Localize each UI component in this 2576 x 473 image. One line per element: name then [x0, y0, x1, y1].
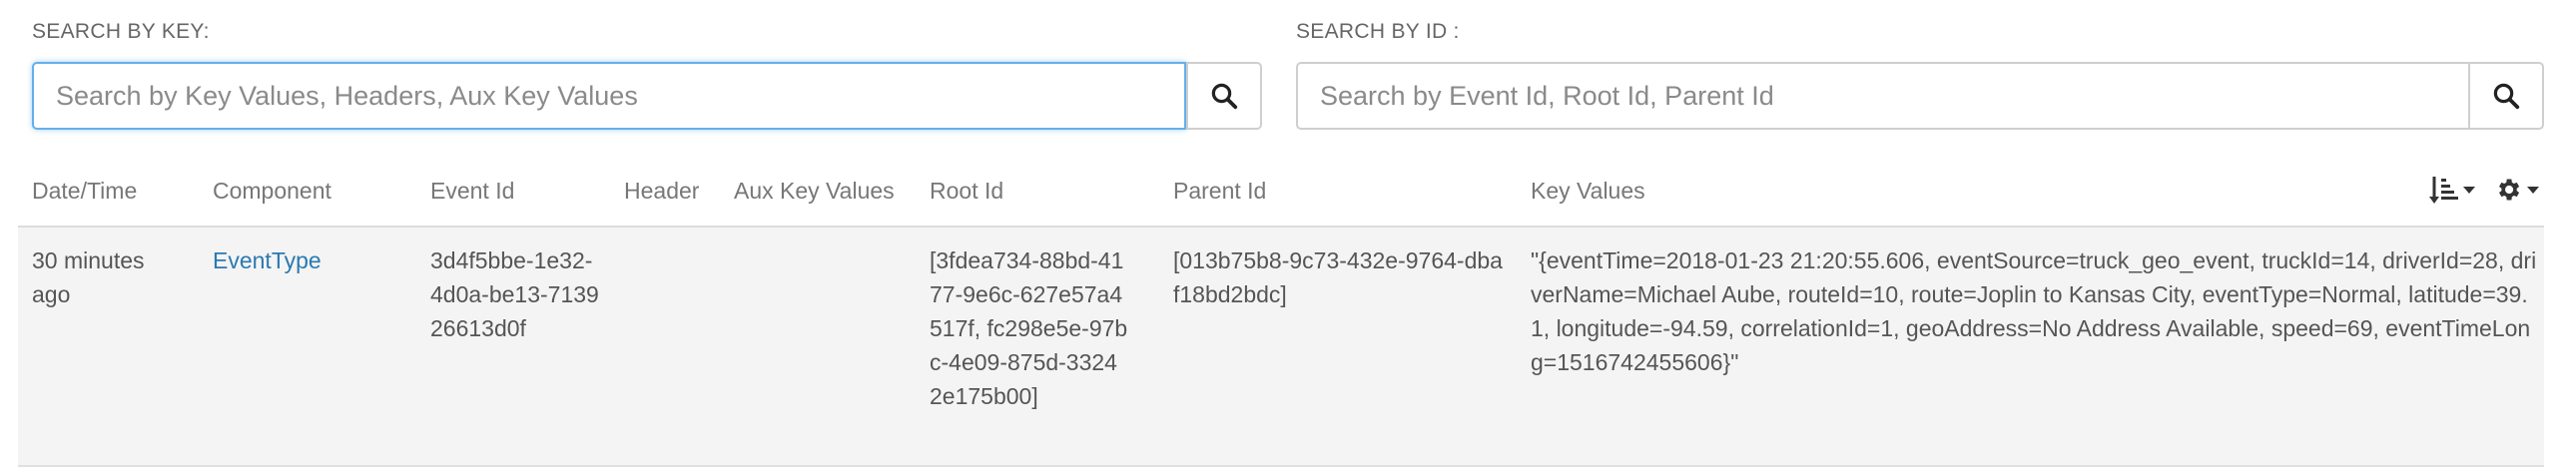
column-header-parent-id[interactable]: Parent Id: [1173, 178, 1266, 205]
gear-icon: [2499, 179, 2520, 201]
table-tools: [2428, 174, 2540, 206]
sort-dropdown[interactable]: [2428, 174, 2476, 206]
cell-datetime: 30 minutes ago: [32, 247, 145, 307]
column-header-key-values[interactable]: Key Values: [1531, 178, 1645, 205]
search-by-key-label: SEARCH BY KEY:: [32, 20, 210, 43]
search-by-key-input[interactable]: [32, 62, 1186, 130]
column-header-component[interactable]: Component: [213, 178, 331, 205]
column-header-datetime[interactable]: Date/Time: [32, 178, 137, 205]
column-header-root-id[interactable]: Root Id: [930, 178, 1003, 205]
column-header-aux-key-values[interactable]: Aux Key Values: [734, 178, 895, 205]
table-row[interactable]: 30 minutes ago EventType 3d4f5bbe-1e32-4…: [18, 228, 2544, 467]
search-by-key-button[interactable]: [1186, 62, 1262, 130]
cell-key-values: "{eventTime=2018-01-23 21:20:55.606, eve…: [1531, 247, 2537, 375]
column-header-event-id[interactable]: Event Id: [430, 178, 514, 205]
search-by-id-input[interactable]: [1296, 62, 2468, 130]
search-by-key-group: [32, 62, 1262, 130]
caret-down-icon: [2463, 187, 2475, 194]
column-header-header[interactable]: Header: [624, 178, 699, 205]
cell-component-link[interactable]: EventType: [213, 243, 402, 277]
cell-parent-id: [013b75b8-9c73-432e-9764-dbaf18bd2bdc]: [1173, 247, 1503, 307]
search-icon: [2493, 83, 2520, 110]
search-by-id-button[interactable]: [2468, 62, 2544, 130]
search-by-id-group: [1296, 62, 2544, 130]
table-header: Date/Time Component Event Id Header Aux …: [18, 160, 2544, 228]
sort-amount-icon: [2429, 177, 2458, 204]
cell-event-id: 3d4f5bbe-1e32-4d0a-be13-713926613d0f: [430, 247, 599, 341]
search-by-id-label: SEARCH BY ID :: [1296, 20, 1460, 43]
settings-dropdown[interactable]: [2494, 176, 2540, 204]
cell-root-id: [3fdea734-88bd-4177-9e6c-627e57a4517f, f…: [930, 247, 1128, 409]
search-icon: [1211, 83, 1238, 110]
caret-down-icon: [2527, 187, 2539, 194]
